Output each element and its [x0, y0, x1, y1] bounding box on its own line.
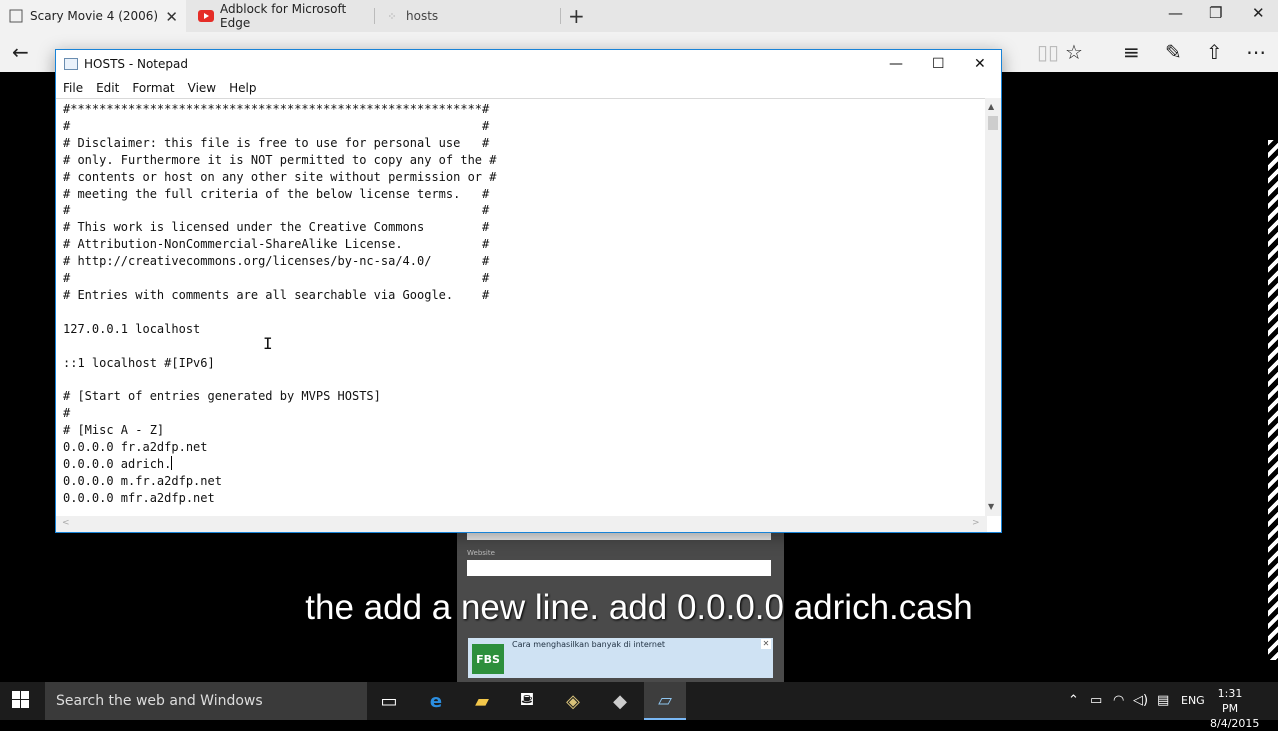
back-arrow-icon[interactable]: ←: [12, 40, 29, 64]
web-note-icon[interactable]: ✎: [1165, 40, 1182, 64]
new-tab-icon[interactable]: +: [568, 4, 585, 28]
notepad-text-area[interactable]: #***************************************…: [56, 98, 987, 516]
mouse-ibeam-cursor: I: [263, 334, 273, 353]
browser-tab-bar: Scary Movie 4 (2006) Blu ✕ Adblock for M…: [0, 0, 1278, 32]
more-icon[interactable]: ⋯: [1246, 40, 1266, 64]
horizontal-scrollbar[interactable]: < >: [56, 516, 987, 532]
notepad-title: HOSTS - Notepad: [84, 57, 188, 71]
taskbar: Search the web and Windows ▭ e ▰ ⛾ ◈ ◆ ▱…: [0, 682, 1278, 730]
clock[interactable]: 1:31 PM 8/4/2015: [1210, 686, 1260, 731]
notepad-menubar: File Edit Format View Help: [56, 78, 1001, 98]
app-icon[interactable]: ◈: [552, 682, 594, 720]
web-field-label: Website: [467, 549, 495, 557]
ad-text: Cara menghasilkan banyak di internet: [512, 640, 666, 649]
windows-start-icon[interactable]: [12, 691, 29, 713]
tab-label: Scary Movie 4 (2006) Blu: [30, 9, 160, 23]
task-view-icon[interactable]: ▭: [368, 682, 410, 720]
web-input-top[interactable]: [467, 533, 771, 540]
taskbar-search-box[interactable]: Search the web and Windows: [45, 682, 367, 720]
menu-help[interactable]: Help: [229, 81, 256, 95]
loading-icon: ⁘: [387, 9, 397, 23]
menu-file[interactable]: File: [63, 81, 83, 95]
menu-format[interactable]: Format: [132, 81, 174, 95]
tab-scary-movie[interactable]: Scary Movie 4 (2006) Blu ✕: [0, 0, 186, 32]
ad-logo: FBS: [472, 644, 504, 674]
close-icon[interactable]: ✕: [974, 56, 986, 72]
hub-icon[interactable]: ≡: [1123, 40, 1140, 64]
menu-view[interactable]: View: [188, 81, 216, 95]
menu-edit[interactable]: Edit: [96, 81, 119, 95]
page-icon: [8, 8, 24, 24]
hosts-text-tail: 0.0.0.0 m.fr.a2dfp.net 0.0.0.0 mfr.a2dfp…: [63, 473, 222, 505]
notepad-taskbar-icon[interactable]: ▱: [644, 682, 686, 720]
tab-divider: [560, 8, 561, 24]
share-icon[interactable]: ⇧: [1206, 40, 1223, 64]
minimize-icon[interactable]: —: [1168, 4, 1183, 22]
tab-adblock[interactable]: Adblock for Microsoft Edge: [190, 0, 370, 32]
tab-hosts[interactable]: ⁘ hosts: [376, 0, 556, 32]
tab-divider: [374, 8, 375, 24]
scroll-right-icon[interactable]: >: [972, 518, 980, 528]
vertical-scrollbar[interactable]: ▲ ▼: [985, 98, 1001, 516]
close-window-icon[interactable]: ✕: [1252, 4, 1265, 22]
volume-icon[interactable]: ◁): [1133, 693, 1148, 708]
favorite-star-icon[interactable]: ☆: [1065, 40, 1083, 64]
youtube-icon: [198, 8, 214, 24]
close-icon[interactable]: ✕: [165, 8, 178, 26]
notepad-icon: [64, 58, 78, 70]
store-icon[interactable]: ⛾: [506, 682, 548, 720]
clock-date: 8/4/2015: [1210, 717, 1260, 730]
website-input[interactable]: [467, 560, 771, 576]
hosts-text: #***************************************…: [63, 102, 497, 472]
scroll-down-icon[interactable]: ▼: [988, 502, 994, 511]
language-indicator[interactable]: ENG: [1181, 694, 1205, 707]
edge-icon[interactable]: e: [415, 682, 457, 720]
clock-time: 1:31 PM: [1217, 687, 1243, 715]
file-explorer-icon[interactable]: ▰: [461, 682, 503, 720]
show-hidden-icons-icon[interactable]: ⌃: [1068, 693, 1079, 708]
scroll-up-icon[interactable]: ▲: [988, 102, 994, 111]
wifi-icon[interactable]: ◠: [1113, 693, 1124, 708]
minimize-icon[interactable]: —: [889, 56, 903, 72]
tab-label: Adblock for Microsoft Edge: [220, 2, 347, 30]
notepad-titlebar: HOSTS - Notepad: [56, 50, 1001, 78]
scroll-thumb[interactable]: [988, 116, 998, 130]
app-icon-2[interactable]: ◆: [599, 682, 641, 720]
maximize-icon[interactable]: ☐: [932, 56, 945, 72]
scroll-left-icon[interactable]: <: [62, 518, 70, 528]
reading-view-icon[interactable]: ▯▯: [1037, 40, 1059, 64]
battery-icon[interactable]: ▭: [1090, 693, 1102, 708]
page-background-graphic: [1268, 140, 1278, 660]
restore-icon[interactable]: ❐: [1209, 4, 1222, 22]
notepad-window: HOSTS - Notepad — ☐ ✕ File Edit Format V…: [55, 49, 1002, 533]
ad-banner[interactable]: FBS Cara menghasilkan banyak di internet…: [468, 638, 773, 678]
notification-icon[interactable]: ▤: [1157, 693, 1169, 708]
ad-close-icon[interactable]: ✕: [761, 639, 771, 649]
tab-label: hosts: [406, 9, 439, 23]
video-caption: the add a new line. add 0.0.0.0 adrich.c…: [305, 588, 973, 627]
text-caret: [171, 456, 173, 471]
